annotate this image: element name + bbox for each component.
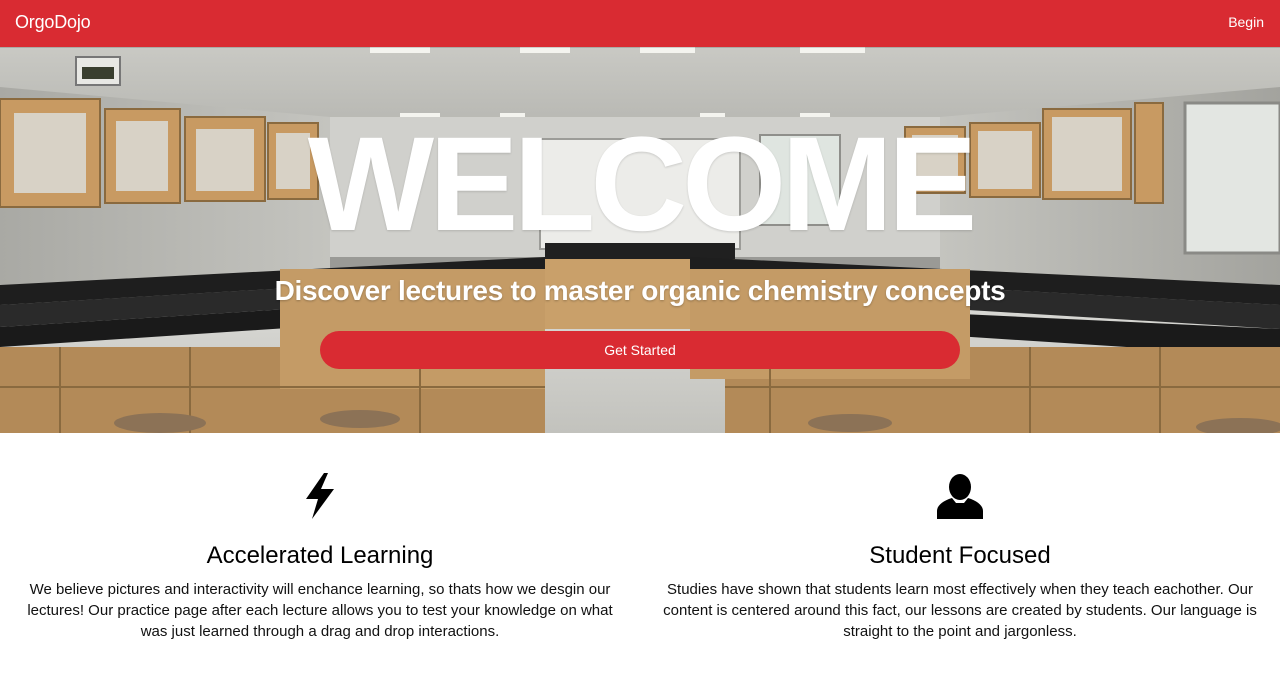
feature-title: Accelerated Learning: [206, 542, 434, 569]
feature-title: Student Focused: [869, 542, 1051, 569]
user-silhouette-icon: [650, 473, 1270, 521]
begin-link[interactable]: Begin: [1228, 14, 1264, 30]
feature-description: Studies have shown that students learn m…: [663, 581, 1257, 640]
top-navbar: OrgoDojo Begin: [0, 0, 1280, 47]
hero-title: WELCOME: [307, 110, 978, 259]
feature-description: We believe pictures and interactivity wi…: [27, 581, 613, 640]
hero-subtitle: Discover lectures to master organic chem…: [274, 275, 1006, 306]
brand-logo-link[interactable]: OrgoDojo: [15, 12, 91, 33]
get-started-button[interactable]: Get Started: [320, 331, 960, 369]
lightning-bolt-icon: [10, 473, 630, 521]
features-section: Accelerated Learning We believe pictures…: [0, 433, 1280, 693]
hero-banner: WELCOME Discover lectures to master orga…: [0, 47, 1280, 433]
